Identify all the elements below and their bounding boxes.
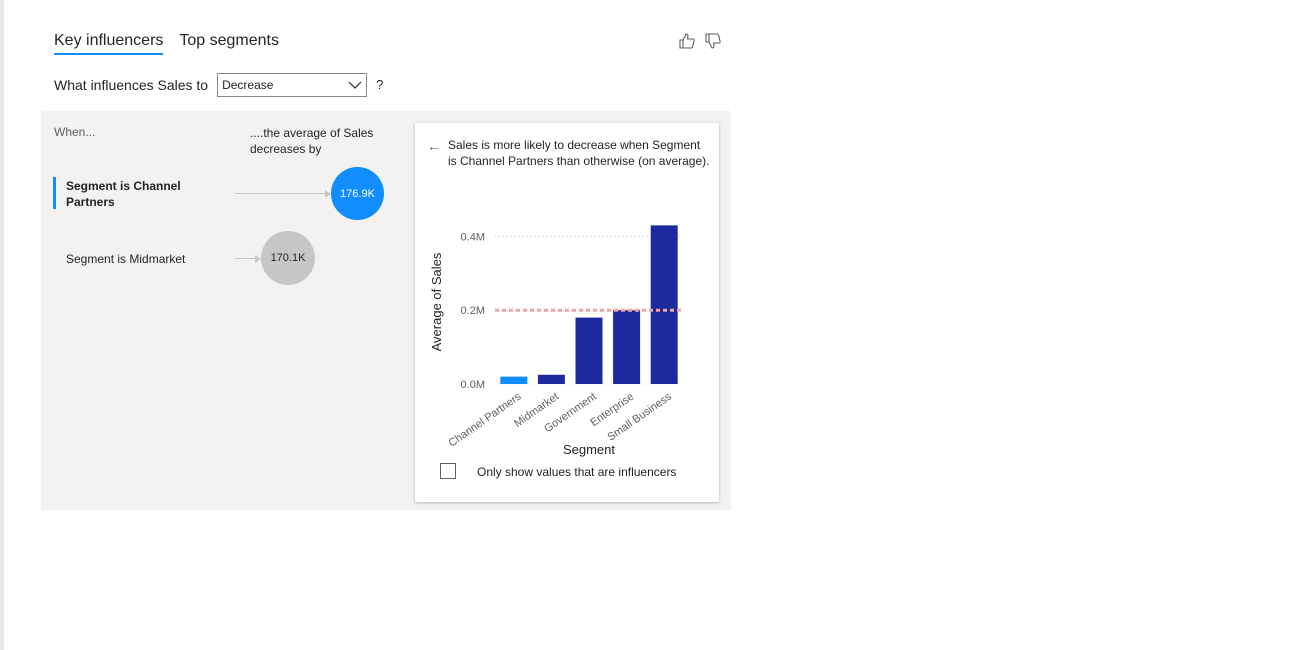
y-tick-label: 0.0M: [461, 379, 485, 391]
x-tick-label: Small Business: [605, 390, 674, 443]
feedback-buttons: [678, 32, 722, 50]
dropdown-selected-value: Decrease: [222, 77, 274, 92]
bar[interactable]: [537, 374, 565, 384]
tab-bar: Key influencers Top segments: [54, 32, 279, 55]
tab-top-segments[interactable]: Top segments: [179, 32, 279, 55]
connector-line: [235, 258, 257, 259]
question-row: What influences Sales to Decrease ?: [54, 72, 383, 97]
bar[interactable]: [500, 376, 528, 384]
influencer-label: Segment is Midmarket: [66, 252, 186, 266]
bar-chart: 0.0M0.2M0.4MChannel PartnersMidmarketGov…: [429, 225, 683, 457]
influencer-filter: Only show values that are influencers: [440, 463, 676, 479]
y-tick-label: 0.4M: [461, 231, 485, 243]
influencer-only-checkbox[interactable]: [440, 463, 456, 479]
average-header: ....the average of Sales decreases by: [250, 126, 374, 156]
detail-description: Sales is more likely to decrease when Se…: [448, 138, 710, 168]
chevron-down-icon: [348, 81, 362, 89]
influencer-label: Segment is Channel Partners: [66, 179, 181, 209]
x-axis-title: Segment: [563, 442, 615, 457]
left-border: [0, 0, 4, 650]
thumbs-up-icon[interactable]: [678, 32, 696, 50]
bar[interactable]: [613, 310, 641, 384]
influencer-bubble[interactable]: 170.1K: [261, 231, 315, 285]
connector-line: [235, 193, 327, 194]
checkbox-label: Only show values that are influencers: [477, 465, 677, 479]
tab-key-influencers[interactable]: Key influencers: [54, 32, 164, 55]
influencer-bubble[interactable]: 176.9K: [331, 167, 384, 220]
back-arrow-icon[interactable]: ←: [427, 138, 441, 154]
detail-card: ← Sales is more likely to decrease when …: [415, 123, 719, 502]
key-influencers-panel: When... ....the average of Sales decreas…: [41, 111, 731, 510]
question-label: What influences Sales to: [54, 76, 209, 93]
thumbs-down-icon[interactable]: [704, 32, 722, 50]
outcome-dropdown[interactable]: Decrease: [217, 72, 368, 97]
bar[interactable]: [575, 317, 603, 384]
bar[interactable]: [650, 225, 678, 384]
influencer-row[interactable]: Segment is Midmarket: [53, 251, 393, 267]
question-mark: ?: [376, 77, 384, 92]
y-axis-title: Average of Sales: [429, 252, 444, 351]
y-tick-label: 0.2M: [461, 305, 485, 317]
when-header: When...: [54, 125, 96, 139]
selected-indicator: [53, 177, 56, 209]
